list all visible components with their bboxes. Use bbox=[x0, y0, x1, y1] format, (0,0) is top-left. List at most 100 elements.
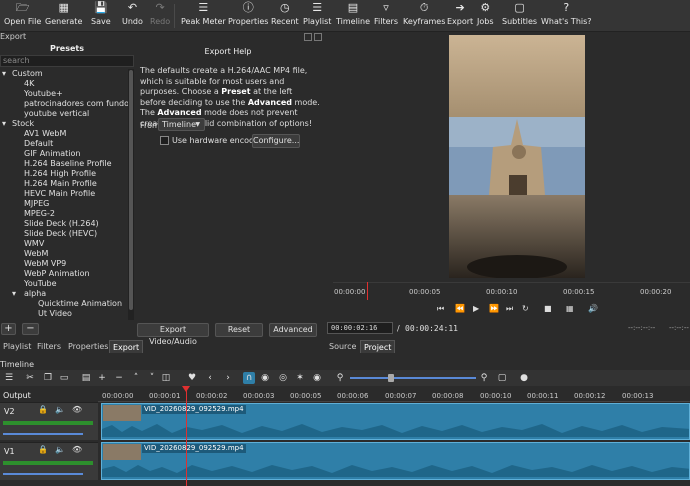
preset-item[interactable]: YouTube bbox=[0, 279, 128, 289]
preset-item[interactable]: MJPEG bbox=[0, 199, 128, 209]
volume-icon[interactable]: 🔊 bbox=[588, 304, 598, 313]
preset-item[interactable]: H.264 Main Profile bbox=[0, 179, 128, 189]
ripple-icon[interactable]: ◎ bbox=[277, 372, 289, 384]
timeline-button[interactable]: ▤ Timeline bbox=[336, 2, 370, 30]
preset-item[interactable]: WebM VP9 bbox=[0, 259, 128, 269]
marker-icon[interactable]: ♥ bbox=[186, 372, 198, 384]
add-icon[interactable]: + bbox=[96, 372, 108, 384]
loop-icon[interactable]: ↻ bbox=[522, 304, 529, 313]
grid-icon[interactable]: ▦ bbox=[566, 304, 574, 313]
export-button[interactable]: ➔ Export bbox=[447, 2, 473, 30]
preset-item[interactable]: Slide Deck (H.264) bbox=[0, 219, 128, 229]
properties-button[interactable]: ⓘ Properties bbox=[228, 2, 268, 30]
preset-item[interactable]: Quicktime Animation bbox=[0, 299, 128, 309]
append-icon[interactable]: ▤ bbox=[80, 372, 92, 384]
mute-icon[interactable]: 🔈 bbox=[55, 445, 65, 454]
track-header-v2[interactable]: V2 🔒 🔈 👁 bbox=[0, 402, 98, 440]
scrub-icon[interactable]: ◉ bbox=[259, 372, 271, 384]
lock-icon[interactable]: 🔒 bbox=[38, 445, 48, 454]
jobs-button[interactable]: ⚙ Jobs bbox=[477, 2, 494, 30]
float-dock-icon[interactable] bbox=[304, 33, 312, 41]
remove-icon[interactable]: − bbox=[113, 372, 125, 384]
skip-to-end-icon[interactable]: ⏭ bbox=[506, 304, 513, 314]
preset-item[interactable]: H.264 High Profile bbox=[0, 169, 128, 179]
paste-icon[interactable]: ▭ bbox=[58, 372, 70, 384]
lift-icon[interactable]: ˄ bbox=[130, 372, 142, 384]
filters-button[interactable]: ▿ Filters bbox=[374, 2, 398, 30]
preset-group[interactable]: ▾ Custom bbox=[0, 69, 128, 79]
hardware-encoder-checkbox[interactable] bbox=[160, 136, 169, 145]
visibility-icon[interactable]: 👁 bbox=[72, 445, 82, 454]
close-dock-icon[interactable] bbox=[314, 33, 322, 41]
preset-group[interactable]: ▾ Stock bbox=[0, 119, 128, 129]
playlist-button[interactable]: ☰ Playlist bbox=[303, 2, 331, 30]
tab-filters[interactable]: Filters bbox=[34, 340, 64, 353]
timeline-playhead[interactable] bbox=[186, 386, 187, 486]
zoom-in-icon[interactable]: ⚲ bbox=[478, 372, 490, 384]
video-preview[interactable] bbox=[449, 35, 585, 278]
preset-item[interactable]: WMV bbox=[0, 239, 128, 249]
peak-meter-button[interactable]: ☰ Peak Meter bbox=[181, 2, 226, 30]
tab-project[interactable]: Project bbox=[360, 340, 396, 353]
export-video-audio-button[interactable]: Export Video/Audio bbox=[137, 323, 209, 346]
undo-button[interactable]: ↶ Undo bbox=[122, 2, 143, 30]
tab-export[interactable]: Export bbox=[109, 340, 144, 353]
expand-arrow-icon[interactable]: ▾ bbox=[2, 69, 6, 79]
recent-button[interactable]: ◷ Recent bbox=[271, 2, 299, 30]
current-timecode-input[interactable]: 00:00:02:16 bbox=[327, 322, 393, 334]
subtitles-button[interactable]: ▢ Subtitles bbox=[502, 2, 537, 30]
tab-source[interactable]: Source bbox=[326, 340, 360, 353]
ripple-markers-icon[interactable]: ◉ bbox=[311, 372, 323, 384]
preset-item[interactable]: 4K bbox=[0, 79, 128, 89]
expand-arrow-icon[interactable]: ▾ bbox=[12, 289, 16, 299]
track-header-v1[interactable]: V1 🔒 🔈 👁 bbox=[0, 442, 98, 480]
from-select[interactable]: Timeline ▼ bbox=[158, 118, 205, 131]
generate-button[interactable]: ▦ Generate bbox=[45, 2, 82, 30]
preset-item[interactable]: Default bbox=[0, 139, 128, 149]
skip-to-start-icon[interactable]: ⏮ bbox=[437, 304, 444, 314]
preset-item[interactable]: GIF Animation bbox=[0, 149, 128, 159]
timeline-menu-icon[interactable]: ☰ bbox=[3, 372, 15, 384]
ripple-all-icon[interactable]: ✶ bbox=[294, 372, 306, 384]
play-icon[interactable]: ▶ bbox=[473, 304, 479, 313]
reset-button[interactable]: Reset bbox=[215, 323, 263, 337]
preset-item[interactable]: youtube vertical bbox=[0, 109, 128, 119]
preset-item[interactable]: WebP Animation bbox=[0, 269, 128, 279]
add-preset-button[interactable]: + bbox=[1, 323, 16, 335]
tab-properties[interactable]: Properties bbox=[65, 340, 112, 353]
timeline-clip-v1[interactable]: VID_20260829_092529.mp4 bbox=[101, 442, 690, 480]
advanced-button[interactable]: Advanced bbox=[269, 323, 317, 337]
zoom-fit-icon[interactable]: ▢ bbox=[496, 372, 508, 384]
visibility-icon[interactable]: 👁 bbox=[72, 405, 82, 414]
preset-item[interactable]: H.264 Baseline Profile bbox=[0, 159, 128, 169]
volume-slider[interactable] bbox=[3, 433, 83, 435]
preview-playhead[interactable] bbox=[367, 282, 368, 300]
zoom-slider[interactable] bbox=[350, 377, 476, 379]
timeline-clip-v2[interactable]: VID_20260829_092529.mp4 bbox=[101, 403, 690, 440]
redo-button[interactable]: ↷ Redo bbox=[150, 2, 170, 30]
presets-scrollbar-thumb[interactable] bbox=[129, 70, 133, 310]
zoom-slider-handle[interactable] bbox=[388, 374, 394, 382]
preset-item[interactable]: Youtube+ bbox=[0, 89, 128, 99]
keyframes-button[interactable]: ⏱ Keyframes bbox=[403, 2, 445, 30]
rewind-icon[interactable]: ⏪ bbox=[455, 304, 465, 313]
tab-playlist[interactable]: Playlist bbox=[0, 340, 35, 353]
zoom-icon[interactable]: ■ bbox=[544, 304, 552, 313]
preset-item[interactable]: ▾ alpha bbox=[0, 289, 128, 299]
save-button[interactable]: 💾 Save bbox=[91, 2, 111, 30]
whats-this-button[interactable]: ? What's This? bbox=[541, 2, 592, 30]
overwrite-icon[interactable]: ˅ bbox=[146, 372, 158, 384]
preset-item[interactable]: AV1 WebM bbox=[0, 129, 128, 139]
zoom-out-icon[interactable]: ⚲ bbox=[334, 372, 346, 384]
lock-icon[interactable]: 🔒 bbox=[38, 405, 48, 414]
copy-icon[interactable]: ❐ bbox=[42, 372, 54, 384]
preset-item[interactable]: WebM bbox=[0, 249, 128, 259]
open-file-button[interactable]: 🗁 Open File bbox=[4, 2, 41, 30]
expand-arrow-icon[interactable]: ▾ bbox=[2, 119, 6, 129]
preset-item[interactable]: Ut Video bbox=[0, 309, 128, 319]
fast-forward-icon[interactable]: ⏩ bbox=[489, 304, 499, 313]
cut-icon[interactable]: ✂ bbox=[24, 372, 36, 384]
mute-icon[interactable]: 🔈 bbox=[55, 405, 65, 414]
volume-slider[interactable] bbox=[3, 473, 83, 475]
preset-item[interactable]: patrocinadores com fundo t... bbox=[0, 99, 128, 109]
